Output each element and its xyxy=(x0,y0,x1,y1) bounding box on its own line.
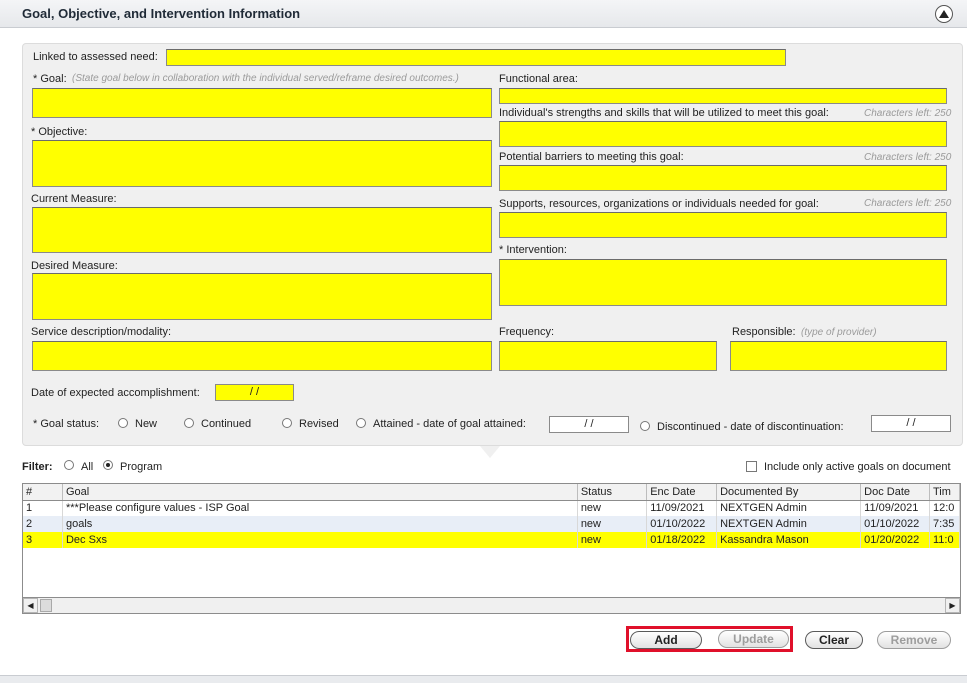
cell-goal: ***Please configure values - ISP Goal xyxy=(62,500,578,516)
linked-need-label: Linked to assessed need: xyxy=(33,51,158,63)
col-status[interactable]: Status xyxy=(577,484,648,501)
scroll-left-icon[interactable]: ◀ xyxy=(23,598,38,613)
cell-enc-date: 01/18/2022 xyxy=(646,532,718,548)
filter-label: Filter: xyxy=(22,461,53,473)
section-title: Goal, Objective, and Intervention Inform… xyxy=(22,6,301,21)
table-row[interactable]: 1 ***Please configure values - ISP Goal … xyxy=(23,500,960,516)
desired-measure-label: Desired Measure: xyxy=(31,260,118,272)
goals-grid: # Goal Status Enc Date Documented By Doc… xyxy=(22,483,961,614)
status-new-radio[interactable] xyxy=(118,418,128,428)
cell-status: new xyxy=(577,516,648,532)
col-number[interactable]: # xyxy=(23,484,63,501)
status-attained-label: Attained - date of goal attained: xyxy=(373,418,526,430)
cell-number: 1 xyxy=(23,500,63,516)
strengths-chars-left: Characters left: 250 xyxy=(864,108,952,119)
remove-button[interactable]: Remove xyxy=(877,631,951,649)
highlight-box xyxy=(626,626,793,652)
status-new-label: New xyxy=(135,418,158,430)
service-label: Service description/modality: xyxy=(31,326,172,338)
desired-measure-textarea[interactable] xyxy=(32,273,492,320)
expected-date-input[interactable]: / / xyxy=(215,384,294,401)
objective-label: * Objective: xyxy=(31,126,88,138)
grid-horizontal-scrollbar[interactable]: ◀ ▶ xyxy=(22,597,961,614)
cell-doc-date: 01/10/2022 xyxy=(860,516,930,532)
intervention-textarea[interactable] xyxy=(499,259,947,306)
discontinued-date-input[interactable]: / / xyxy=(871,415,951,432)
col-time[interactable]: Tim xyxy=(929,484,960,501)
responsible-input[interactable] xyxy=(730,341,947,371)
cell-time: 12:0 xyxy=(929,500,960,516)
supports-chars-left: Characters left: 250 xyxy=(864,198,952,209)
cell-goal: Dec Sxs xyxy=(62,532,578,548)
col-doc-date[interactable]: Doc Date xyxy=(860,484,930,501)
cell-number: 3 xyxy=(23,532,63,548)
frequency-input[interactable] xyxy=(499,341,717,371)
goal-textarea[interactable] xyxy=(32,88,492,118)
functional-area-input[interactable] xyxy=(499,88,947,104)
current-measure-textarea[interactable] xyxy=(32,207,492,253)
cell-enc-date: 01/10/2022 xyxy=(646,516,718,532)
frequency-label: Frequency: xyxy=(499,326,555,338)
goal-hint: (State goal below in collaboration with … xyxy=(72,73,459,84)
section-header: Goal, Objective, and Intervention Inform… xyxy=(0,0,967,28)
responsible-hint: (type of provider) xyxy=(801,327,877,338)
supports-label: Supports, resources, organizations or in… xyxy=(499,198,819,210)
cell-doc-date: 01/20/2022 xyxy=(860,532,930,548)
status-revised-radio[interactable] xyxy=(282,418,292,428)
col-enc-date[interactable]: Enc Date xyxy=(646,484,718,501)
goal-status-label: * Goal status: xyxy=(33,418,100,430)
status-attained-radio[interactable] xyxy=(356,418,366,428)
grid-header-row: # Goal Status Enc Date Documented By Doc… xyxy=(23,484,960,501)
attained-date-input[interactable]: / / xyxy=(549,416,629,433)
linked-need-input[interactable] xyxy=(166,49,786,66)
active-only-checkbox[interactable] xyxy=(746,461,757,472)
cell-goal: goals xyxy=(62,516,578,532)
functional-area-label: Functional area: xyxy=(499,73,578,85)
col-goal[interactable]: Goal xyxy=(62,484,578,501)
intervention-label: * Intervention: xyxy=(499,244,567,256)
cell-time: 11:0 xyxy=(929,532,960,548)
barriers-textarea[interactable] xyxy=(499,165,947,191)
cell-documented-by: Kassandra Mason xyxy=(716,532,862,548)
table-row[interactable]: 2 goals new 01/10/2022 NEXTGEN Admin 01/… xyxy=(23,516,960,532)
strengths-label: Individual's strengths and skills that w… xyxy=(499,107,829,119)
cell-status: new xyxy=(577,500,648,516)
status-continued-label: Continued xyxy=(201,418,252,430)
cell-documented-by: NEXTGEN Admin xyxy=(716,516,862,532)
chevron-up-circle-icon[interactable] xyxy=(935,5,953,23)
cell-doc-date: 11/09/2021 xyxy=(860,500,930,516)
cell-number: 2 xyxy=(23,516,63,532)
status-continued-radio[interactable] xyxy=(184,418,194,428)
status-discontinued-radio[interactable] xyxy=(640,421,650,431)
filter-program-label: Program xyxy=(120,461,163,473)
footer-bar xyxy=(0,675,967,683)
objective-textarea[interactable] xyxy=(32,140,492,187)
cell-enc-date: 11/09/2021 xyxy=(646,500,718,516)
supports-textarea[interactable] xyxy=(499,212,947,238)
status-revised-label: Revised xyxy=(299,418,339,430)
filter-all-label: All xyxy=(81,461,94,473)
current-measure-label: Current Measure: xyxy=(31,193,117,205)
service-textarea[interactable] xyxy=(32,341,492,371)
filter-all-radio[interactable] xyxy=(64,460,74,470)
barriers-label: Potential barriers to meeting this goal: xyxy=(499,151,684,163)
goal-label: * Goal: xyxy=(33,73,67,85)
table-row-selected[interactable]: 3 Dec Sxs new 01/18/2022 Kassandra Mason… xyxy=(23,532,960,548)
col-documented-by[interactable]: Documented By xyxy=(716,484,862,501)
panel-pointer xyxy=(480,446,500,458)
filter-program-radio[interactable] xyxy=(103,460,113,470)
cell-status: new xyxy=(577,532,648,548)
responsible-label: Responsible: xyxy=(732,326,796,338)
scroll-thumb[interactable] xyxy=(40,599,52,612)
expected-date-label: Date of expected accomplishment: xyxy=(31,387,200,399)
scroll-right-icon[interactable]: ▶ xyxy=(945,598,960,613)
barriers-chars-left: Characters left: 250 xyxy=(864,152,952,163)
status-discontinued-label: Discontinued - date of discontinuation: xyxy=(657,421,844,433)
cell-time: 7:35 xyxy=(929,516,960,532)
cell-documented-by: NEXTGEN Admin xyxy=(716,500,862,516)
active-only-label: Include only active goals on document xyxy=(764,461,951,473)
clear-button[interactable]: Clear xyxy=(805,631,863,649)
strengths-textarea[interactable] xyxy=(499,121,947,147)
